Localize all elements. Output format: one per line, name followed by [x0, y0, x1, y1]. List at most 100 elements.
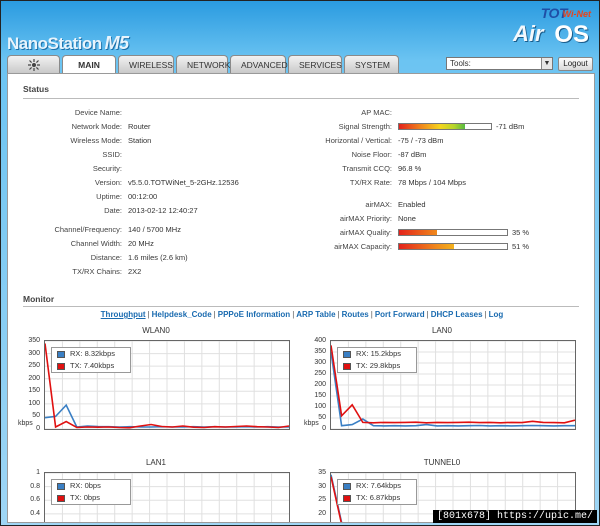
status-value: Enabled: [398, 200, 426, 209]
status-value: 51 %: [512, 242, 530, 251]
status-value: 78 Mbps / 104 Mbps: [398, 178, 466, 187]
brand-name: NanoStation: [7, 34, 102, 53]
y-tick-label: 20: [318, 509, 326, 517]
legend-item-tx: TX: 7.40kbps: [52, 360, 130, 372]
y-tick-label: 0.6: [30, 496, 40, 504]
status-row-airmax-capacity: airMAX Capacity: 51 %: [8, 241, 594, 252]
tab-services[interactable]: SERVICES: [288, 55, 342, 73]
brand-model: M5: [104, 33, 130, 53]
status-section-title: Status: [23, 84, 49, 94]
link-port-forward[interactable]: Port Forward: [375, 310, 425, 319]
status-value: None: [398, 214, 416, 223]
airmax-capacity-meter: [398, 243, 508, 250]
legend-label: TX: 29.8kbps: [356, 361, 401, 370]
status-row-airmax-priority: airMAX Priority: None: [8, 213, 594, 224]
chart-lan0: LAN0 RX: 15.2kbps TX: 29.8kbps 400 350 300 250…: [304, 326, 580, 446]
y-tick-label: 300: [314, 359, 326, 366]
legend-item-tx: TX: 29.8kbps: [338, 360, 416, 372]
status-label: airMAX:: [365, 200, 392, 209]
legend-item-rx: RX: 8.32kbps: [52, 348, 130, 360]
tab-system[interactable]: SYSTEM: [344, 55, 399, 73]
y-tick-label: 0.8: [30, 482, 40, 490]
signal-strength-meter-fill: [399, 124, 466, 129]
tab-network[interactable]: NETWORK: [176, 55, 230, 73]
chevron-down-icon[interactable]: ▼: [541, 58, 552, 69]
main-content: Status Device Name: Network Mode: Router Wi…: [7, 73, 595, 523]
header: NanoStation M5 TOT Wi-Net Air OS MAIN WIR…: [1, 1, 599, 74]
y-tick-label: 1: [36, 469, 40, 476]
legend-swatch: [57, 483, 65, 490]
status-row-tx-rx-rate: TX/RX Rate: 78 Mbps / 104 Mbps: [8, 177, 594, 188]
chart-wlan0: WLAN0 RX: 8.32kbps TX: 7.40kbps 350 300 250 20…: [18, 326, 294, 446]
watermark-badge: [801x678] https://upic.me/: [432, 510, 597, 523]
link-throughput[interactable]: Throughput: [101, 310, 146, 319]
status-label: Transmit CCQ:: [342, 164, 392, 173]
link-log[interactable]: Log: [489, 310, 504, 319]
link-helpdesk-code[interactable]: Helpdesk_Code: [152, 310, 212, 319]
y-axis-unit-label: kbps: [18, 420, 33, 427]
tab-main[interactable]: MAIN: [62, 55, 116, 74]
ubiquiti-logo-icon: [27, 58, 40, 71]
airmax-capacity-meter-fill: [399, 244, 455, 249]
status-divider: [23, 98, 579, 99]
status-row-airmax-quality: airMAX Quality: 35 %: [8, 227, 594, 238]
status-value: -71 dBm: [496, 122, 525, 131]
link-dhcp-leases[interactable]: DHCP Leases: [431, 310, 483, 319]
status-value: -75 / -73 dBm: [398, 136, 444, 145]
chart-lan1: LAN1RX: 0bpsTX: 0bps10.80.60.40.2: [18, 458, 294, 522]
chart-title: TUNNEL0: [423, 458, 461, 467]
status-label: Noise Floor:: [351, 150, 392, 159]
link-pppoe-information[interactable]: PPPoE Information: [218, 310, 290, 319]
status-label: airMAX Capacity:: [334, 242, 392, 251]
y-tick-label: 400: [314, 337, 326, 344]
chart-legend: RX: 15.2kbps TX: 29.8kbps: [337, 347, 417, 373]
y-tick-label: 200: [28, 374, 40, 382]
status-row-transmit-ccq: Transmit CCQ: 96.8 %: [8, 163, 594, 174]
status-value: 35 %: [512, 228, 530, 237]
status-label: Distance:: [90, 253, 122, 262]
legend-swatch: [343, 363, 351, 370]
status-row-airmax: airMAX: Enabled: [8, 199, 594, 210]
y-tick-label: 50: [32, 412, 40, 420]
legend-swatch: [57, 495, 65, 502]
chart-plot-area: RX: 15.2kbps TX: 29.8kbps: [330, 340, 576, 430]
status-value: 96.8 %: [398, 164, 422, 173]
legend-swatch: [343, 495, 351, 502]
link-arp-table[interactable]: ARP Table: [296, 310, 335, 319]
legend-label: RX: 0bps: [70, 481, 101, 490]
y-tick-label: 250: [28, 362, 40, 370]
legend-swatch: [57, 351, 65, 358]
brand-logo: NanoStation M5: [7, 33, 129, 54]
legend-label: RX: 7.64kbps: [356, 481, 402, 490]
legend-label: RX: 15.2kbps: [356, 349, 402, 358]
status-label: airMAX Quality:: [339, 228, 392, 237]
status-value: 2X2: [128, 267, 142, 276]
main-tabs: MAIN WIRELESS NETWORK ADVANCED SERVICES …: [7, 55, 399, 74]
status-label: AP MAC:: [361, 108, 392, 117]
legend-label: TX: 0bps: [70, 493, 101, 502]
legend-label: TX: 7.40kbps: [70, 361, 115, 370]
signal-strength-meter: [398, 123, 492, 130]
legend-item-rx: RX: 7.64kbps: [338, 480, 416, 492]
wifi-logo-text: Wi-Net: [562, 9, 591, 19]
y-tick-label: 300: [28, 349, 40, 357]
y-tick-label: 350: [28, 337, 40, 344]
airos-logo: TOT Wi-Net Air OS: [505, 5, 591, 51]
link-routes[interactable]: Routes: [342, 310, 369, 319]
y-tick-label: 100: [314, 403, 326, 410]
monitor-links: Throughput | Helpdesk_Code | PPPoE Informati…: [100, 310, 504, 319]
tools-select[interactable]: Tools: ▼: [446, 57, 553, 70]
y-tick-label: 30: [318, 482, 326, 490]
status-row-signal-strength: Signal Strength: -71 dBm: [8, 121, 594, 132]
y-axis-unit-label: kbps: [304, 420, 319, 427]
air-logo-text: Air: [513, 21, 544, 46]
logout-button[interactable]: Logout: [558, 57, 593, 71]
y-tick-label: 350: [314, 348, 326, 355]
tab-wireless[interactable]: WIRELESS: [118, 55, 174, 73]
legend-item-tx: TX: 6.87kbps: [338, 492, 416, 504]
status-label: TX/RX Chains:: [72, 267, 122, 276]
tab-ubiquiti-logo[interactable]: [7, 55, 60, 73]
tab-advanced[interactable]: ADVANCED: [230, 55, 288, 73]
status-label: TX/RX Rate:: [349, 178, 392, 187]
legend-item-rx: RX: 15.2kbps: [338, 348, 416, 360]
